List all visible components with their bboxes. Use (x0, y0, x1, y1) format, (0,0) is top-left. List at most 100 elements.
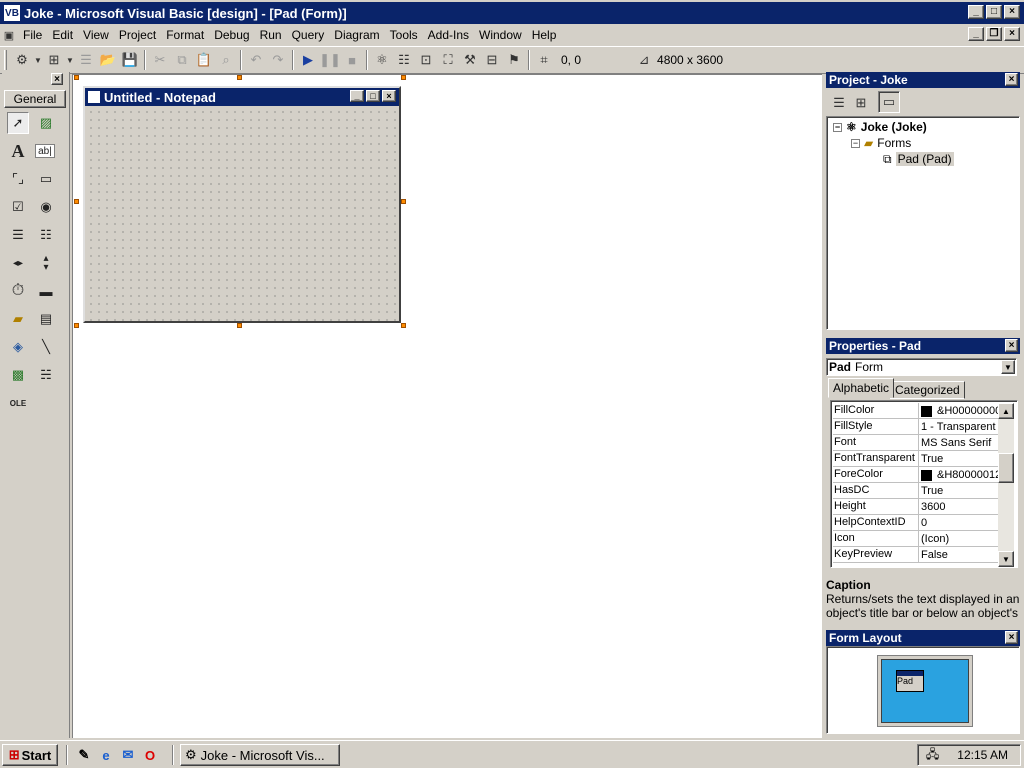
mdi-restore-button[interactable]: ❐ (986, 27, 1002, 41)
property-value[interactable]: True (921, 484, 999, 498)
property-row[interactable]: FillStyle 1 - Transparent (833, 419, 999, 435)
redo-icon[interactable]: ↷ (267, 49, 289, 71)
resize-handle[interactable] (401, 75, 406, 80)
resize-handle[interactable] (74, 323, 79, 328)
resize-handle[interactable] (237, 323, 242, 328)
pad-form[interactable]: Untitled - Notepad _ □ × (83, 86, 401, 323)
scroll-thumb[interactable] (998, 453, 1014, 483)
find-icon[interactable]: ⌕ (215, 49, 237, 71)
view-object-icon[interactable]: ⊞ (850, 92, 872, 114)
property-value[interactable]: False (921, 548, 999, 562)
taskbar-button-vb[interactable]: ⚙ Joke - Microsoft Vis... (180, 744, 340, 766)
menu-project[interactable]: Project (114, 28, 161, 42)
project-panel-close-button[interactable]: × (1005, 73, 1018, 86)
chevron-down-icon[interactable]: ▼ (1001, 360, 1015, 374)
break-icon[interactable]: ❚❚ (319, 49, 341, 71)
property-value[interactable]: 3600 (921, 500, 999, 514)
mdi-close-button[interactable]: × (1004, 27, 1020, 41)
dirlistbox-tool-icon[interactable]: ▰ (7, 308, 29, 330)
toolbox-icon[interactable]: ⚒ (459, 49, 481, 71)
properties-panel-close-button[interactable]: × (1005, 339, 1018, 352)
form-grid-surface[interactable] (85, 106, 399, 321)
checkbox-tool-icon[interactable]: ☑ (7, 196, 29, 218)
property-row[interactable]: Icon (Icon) (833, 531, 999, 547)
cut-icon[interactable]: ✂ (149, 49, 171, 71)
listbox-tool-icon[interactable]: ☷ (35, 224, 57, 246)
resize-handle[interactable] (74, 199, 79, 204)
toolbox-general-tab[interactable]: General (4, 90, 66, 108)
property-row[interactable]: FillColor &H00000000 (833, 403, 999, 419)
minimize-button[interactable]: _ (968, 5, 984, 19)
form-system-menu-icon[interactable]: ▣ (0, 24, 18, 46)
view-code-icon[interactable]: ☰ (828, 92, 850, 114)
close-button[interactable]: × (1004, 5, 1020, 19)
form-position-preview[interactable]: Pad (896, 670, 924, 692)
object-selector-combo[interactable]: Pad Form ▼ (826, 358, 1017, 376)
property-value[interactable]: (Icon) (921, 532, 999, 546)
scroll-up-icon[interactable]: ▲ (998, 403, 1014, 419)
tree-item-pad[interactable]: ⧉ Pad (Pad) (883, 151, 954, 167)
commandbutton-tool-icon[interactable]: ▭ (35, 168, 57, 190)
mdi-minimize-button[interactable]: _ (968, 27, 984, 41)
timer-tool-icon[interactable]: ⏱ (7, 280, 29, 302)
menu-file[interactable]: File (18, 28, 47, 42)
scroll-down-icon[interactable]: ▼ (998, 551, 1014, 567)
textbox-tool-icon[interactable]: ab| (35, 144, 55, 158)
property-row[interactable]: HelpContextID 0 (833, 515, 999, 531)
menu-debug[interactable]: Debug (209, 28, 254, 42)
menu-format[interactable]: Format (161, 28, 209, 42)
property-row[interactable]: HasDC True (833, 483, 999, 499)
start-button[interactable]: ⊞ Start (2, 744, 58, 766)
resize-handle[interactable] (237, 75, 242, 80)
form-caption-bar[interactable]: Untitled - Notepad _ □ × (85, 88, 399, 106)
collapse-icon[interactable]: − (833, 122, 842, 132)
shape-tool-icon[interactable]: ◈ (7, 336, 29, 358)
collapse-icon[interactable]: − (851, 138, 860, 148)
show-desktop-icon[interactable]: ✎ (74, 745, 94, 765)
property-scrollbar[interactable]: ▲ ▼ (998, 403, 1014, 567)
internet-explorer-icon[interactable]: e (96, 745, 116, 765)
menu-view[interactable]: View (78, 28, 114, 42)
toolbar-grip[interactable] (4, 50, 7, 70)
form-layout-icon[interactable]: ⊡ (415, 49, 437, 71)
optionbutton-tool-icon[interactable]: ◉ (35, 196, 57, 218)
form-layout-close-button[interactable]: × (1005, 631, 1018, 644)
tree-root[interactable]: − ⚛ Joke (Joke) (833, 119, 927, 135)
end-icon[interactable]: ■ (341, 49, 363, 71)
form-designer-area[interactable]: Untitled - Notepad _ □ × (72, 74, 822, 738)
line-tool-icon[interactable]: ╲ (35, 336, 57, 358)
tree-folder-forms[interactable]: − ▰ Forms (851, 135, 911, 151)
start-run-icon[interactable]: ▶ (297, 49, 319, 71)
add-project-dropdown-icon[interactable]: ▼ (33, 49, 43, 71)
property-value[interactable]: True (921, 452, 999, 466)
property-row[interactable]: ForeColor &H80000012 (833, 467, 999, 483)
undo-icon[interactable]: ↶ (245, 49, 267, 71)
property-value[interactable]: &H00000000 (921, 404, 999, 418)
network-icon[interactable]: 🖧 (926, 745, 939, 766)
add-project-icon[interactable]: ⚙ (11, 49, 33, 71)
hscrollbar-tool-icon[interactable]: ◂▸ (7, 252, 29, 274)
vb-app-icon[interactable]: VB (4, 5, 20, 21)
menu-help[interactable]: Help (527, 28, 562, 42)
ole-tool-icon[interactable]: OLE (7, 392, 29, 414)
properties-window-icon[interactable]: ☷ (393, 49, 415, 71)
resize-handle[interactable] (401, 323, 406, 328)
data-view-icon[interactable]: ⊟ (481, 49, 503, 71)
property-row[interactable]: Font MS Sans Serif (833, 435, 999, 451)
menu-window[interactable]: Window (474, 28, 527, 42)
toolbox-close-button[interactable]: × (51, 73, 63, 85)
resize-handle[interactable] (74, 75, 79, 80)
filelistbox-tool-icon[interactable]: ▤ (35, 308, 57, 330)
add-form-icon[interactable]: ⊞ (43, 49, 65, 71)
toggle-folders-icon[interactable]: ▭ (878, 91, 900, 113)
property-value[interactable]: 0 (921, 516, 999, 530)
pointer-tool-icon[interactable]: ➚ (7, 112, 29, 134)
save-project-icon[interactable]: 💾 (119, 49, 141, 71)
drivelistbox-tool-icon[interactable]: ▬ (35, 280, 57, 302)
component-manager-icon[interactable]: ⚑ (503, 49, 525, 71)
property-value[interactable]: &H80000012 (921, 468, 999, 482)
label-tool-icon[interactable]: A (7, 140, 29, 162)
property-row[interactable]: KeyPreview False (833, 547, 999, 563)
combobox-tool-icon[interactable]: ☰ (7, 224, 29, 246)
menu-run[interactable]: Run (255, 28, 287, 42)
